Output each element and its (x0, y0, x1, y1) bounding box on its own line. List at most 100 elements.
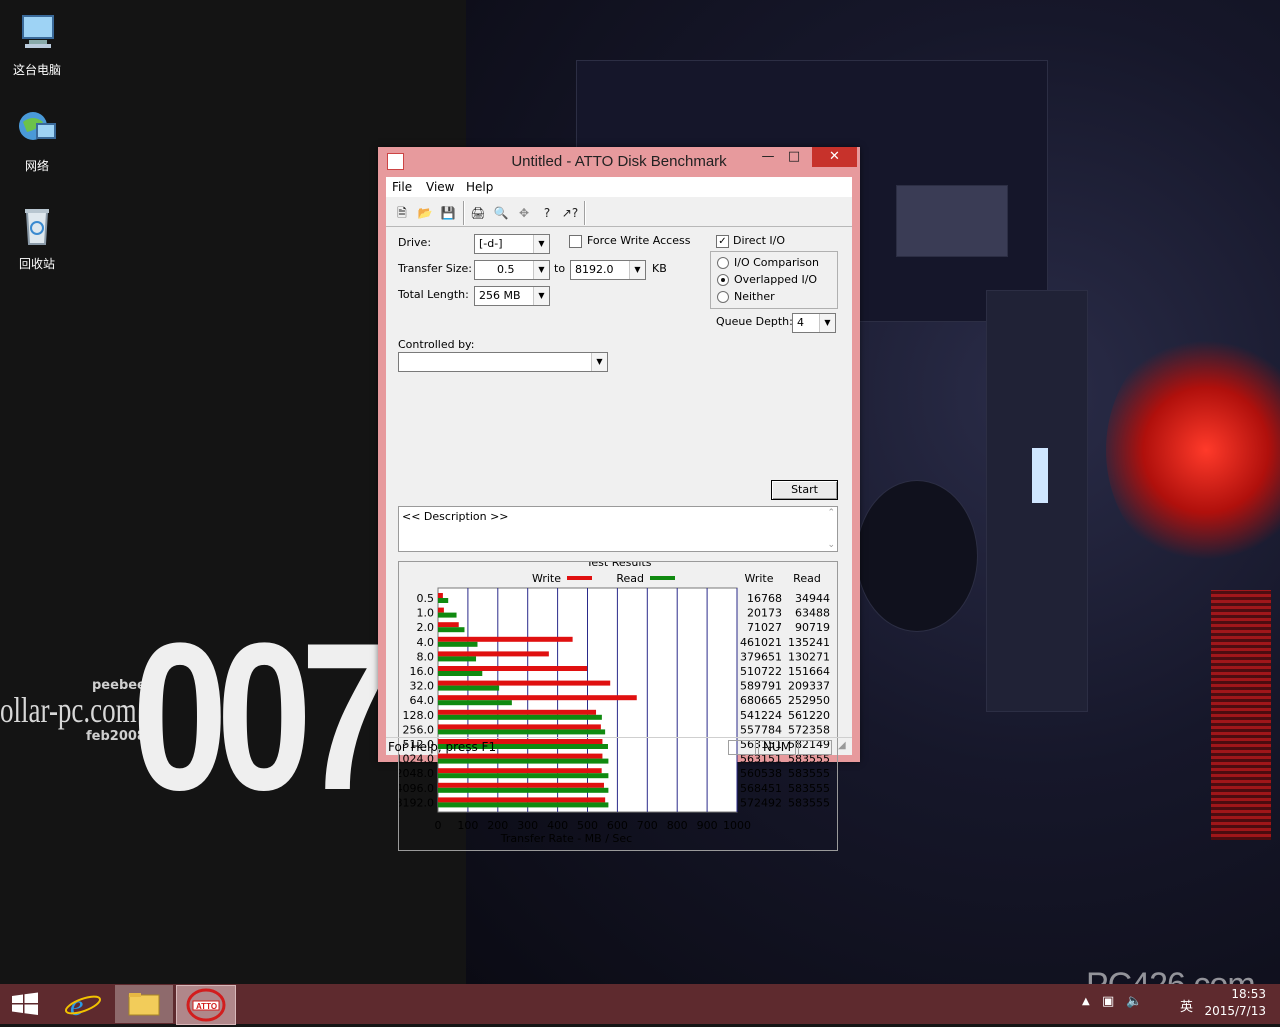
start-icon (12, 992, 38, 1015)
scroll-up-icon[interactable]: ⌃ (827, 508, 835, 518)
help-icon[interactable]: ? (537, 203, 557, 223)
transfer-from-value: 0.5 (497, 263, 515, 276)
read-bar (438, 802, 609, 808)
desktop-icon-label: 回收站 (18, 257, 55, 271)
menu-file[interactable]: File (392, 180, 412, 194)
chevron-down-icon[interactable]: ▼ (533, 287, 549, 305)
test-results-group: Test Results Write Read Write Read 0 100 200 300… (396, 556, 838, 851)
menu-view[interactable]: View (426, 180, 454, 194)
chevron-down-icon[interactable]: ▼ (591, 353, 607, 371)
category-label: 4096.0 (399, 782, 434, 795)
ime-indicator[interactable]: 英 (1180, 996, 1193, 1015)
total-length-label: Total Length: (398, 288, 469, 301)
x-tick-label: 400 (547, 819, 568, 832)
category-label: 32.0 (410, 680, 435, 693)
save-icon[interactable]: 💾 (438, 203, 458, 223)
transfer-from-select[interactable]: 0.5 ▼ (474, 260, 550, 280)
read-value: 252950 (788, 694, 830, 707)
chevron-down-icon[interactable]: ▼ (629, 261, 645, 279)
start-button[interactable]: Start (771, 480, 838, 500)
clock[interactable]: 18:53 2015/7/13 (1204, 986, 1266, 1020)
toolbar-separator (584, 201, 586, 225)
drive-label: Drive: (398, 236, 432, 249)
tray-overflow-icon[interactable]: ▲ (1082, 996, 1090, 1007)
chevron-down-icon[interactable]: ▼ (819, 314, 835, 332)
force-write-checkbox[interactable] (569, 235, 582, 248)
legend-write-label: Write (532, 572, 561, 585)
read-value: 583555 (788, 782, 830, 795)
read-value: 583555 (788, 796, 830, 809)
network-tray-icon[interactable]: ▣ (1102, 994, 1114, 1009)
taskbar-file-explorer[interactable] (115, 985, 173, 1023)
io-comparison-radio[interactable] (717, 257, 729, 269)
read-bar (438, 714, 602, 720)
transfer-to-select[interactable]: 8192.0 ▼ (570, 260, 646, 280)
wallpaper-site-text: ollar-pc.com (0, 690, 137, 730)
open-icon[interactable]: 📂 (415, 203, 435, 223)
category-label: 4.0 (417, 636, 435, 649)
print-preview-icon[interactable]: 🔍 (491, 203, 511, 223)
toolbar-separator (463, 201, 465, 225)
clock-time: 18:53 (1231, 987, 1266, 1001)
category-label: 1.0 (417, 607, 435, 620)
window-client: File View Help 🗎 📂 💾 🖨 🔍 ✥ ? ↗? Drive: [… (386, 177, 852, 851)
direct-io-checkbox[interactable]: ✓ (716, 235, 729, 248)
chevron-down-icon[interactable]: ▼ (533, 261, 549, 279)
write-bar (438, 724, 601, 730)
minimize-button[interactable]: — (755, 147, 781, 167)
chevron-down-icon[interactable]: ▼ (533, 235, 549, 253)
desktop-icon-this-pc[interactable]: 这台电脑 (0, 10, 74, 78)
new-icon[interactable]: 🗎 (392, 203, 412, 223)
status-num: NUM (758, 740, 796, 755)
print-icon[interactable]: 🖨 (468, 203, 488, 223)
svg-text:e: e (70, 989, 83, 1022)
drive-value: [-d-] (479, 237, 503, 250)
write-value: 572492 (740, 796, 782, 809)
x-tick-label: 0 (435, 819, 442, 832)
taskbar-ie[interactable]: e (55, 985, 113, 1023)
queue-depth-select[interactable]: 4 ▼ (792, 313, 836, 333)
maximize-button[interactable]: □ (781, 147, 807, 167)
description-text: << Description >> (402, 510, 509, 523)
read-bar (438, 671, 483, 676)
x-tick-label: 1000 (723, 819, 751, 832)
resize-grip-icon[interactable]: ◢ (838, 740, 846, 751)
total-length-select[interactable]: 256 MB ▼ (474, 286, 550, 306)
queue-depth-label: Queue Depth: (716, 315, 793, 328)
category-label: 2.0 (417, 621, 435, 634)
drive-select[interactable]: [-d-] ▼ (474, 234, 550, 254)
write-value: 16768 (747, 592, 782, 605)
context-help-icon[interactable]: ↗? (560, 203, 580, 223)
menu-help[interactable]: Help (466, 180, 493, 194)
description-box[interactable]: << Description >> ⌃ ⌄ (398, 506, 838, 552)
write-value: 71027 (747, 621, 782, 634)
close-button[interactable]: ✕ (812, 147, 857, 167)
write-bar (438, 622, 459, 628)
desktop-icon-recycle-bin[interactable]: 回收站 (0, 204, 74, 272)
write-bar (438, 680, 611, 686)
transfer-size-label: Transfer Size: (398, 262, 473, 275)
write-bar (438, 651, 549, 657)
network-icon (19, 112, 56, 140)
read-bar (438, 612, 457, 618)
overlapped-io-radio[interactable] (717, 274, 729, 286)
start-button[interactable] (0, 985, 58, 1023)
write-bar (438, 636, 573, 642)
desktop-icon-network[interactable]: 网络 (0, 106, 74, 174)
volume-icon[interactable]: 🔈 (1126, 994, 1142, 1009)
queue-depth-value: 4 (797, 316, 804, 329)
controlled-by-select[interactable]: ▼ (398, 352, 608, 372)
read-bar (438, 787, 609, 793)
status-box-empty (728, 740, 756, 755)
scroll-down-icon[interactable]: ⌄ (827, 540, 835, 550)
neither-radio[interactable] (717, 291, 729, 303)
svg-text:ATTO: ATTO (196, 1002, 217, 1011)
x-tick-label: 600 (607, 819, 628, 832)
category-label: 128.0 (403, 709, 435, 722)
read-value: 572358 (788, 723, 830, 736)
title-bar[interactable]: Untitled - ATTO Disk Benchmark — □ ✕ (378, 147, 860, 175)
move-icon[interactable]: ✥ (514, 203, 534, 223)
read-value: 151664 (788, 665, 830, 678)
category-label: 8192.0 (399, 796, 434, 809)
taskbar-atto[interactable]: ATTO (176, 985, 236, 1025)
